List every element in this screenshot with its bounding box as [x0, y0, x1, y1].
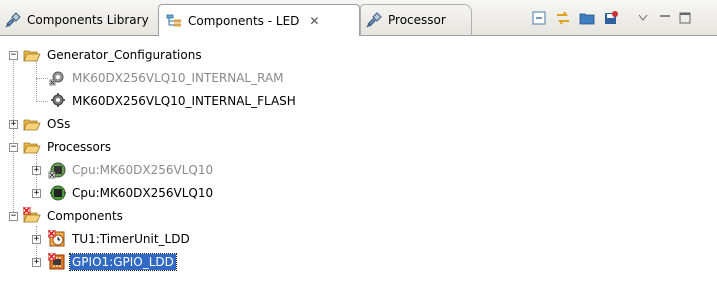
tree-node-label: TU1:TimerUnit_LDD	[72, 232, 190, 246]
open-folder-icon	[23, 50, 41, 62]
view-tab-bar: Components Library Components - LED ✕ Pr…	[0, 0, 717, 37]
tree-node-label: Cpu:MK60DX256VLQ10	[72, 163, 214, 177]
collapse-all-icon[interactable]	[530, 9, 548, 27]
collapse-toggle[interactable]: −	[9, 51, 18, 60]
gear-icon	[51, 93, 65, 107]
view-toolbar	[530, 8, 694, 28]
tab-label: Processor	[388, 13, 446, 27]
components-tree[interactable]: − Generator_Configurations MK60DX256VLQ1…	[0, 36, 717, 300]
close-icon[interactable]: ✕	[309, 15, 319, 27]
expand-toggle[interactable]: +	[32, 235, 41, 244]
tree-node-label: Cpu:MK60DX256VLQ10	[72, 186, 214, 200]
components-view-icon	[166, 14, 181, 27]
tab-processor[interactable]: Processor	[365, 4, 471, 36]
tree-node-label: MK60DX256VLQ10_INTERNAL_RAM	[72, 71, 284, 85]
gear-icon	[49, 71, 64, 86]
expand-toggle[interactable]: +	[32, 166, 41, 175]
tree-node-label: Generator_Configurations	[47, 48, 202, 62]
collapse-toggle[interactable]: −	[9, 212, 18, 221]
tree-node-label: GPIO1:GPIO_LDD	[69, 253, 177, 271]
tree-node-label: Processors	[47, 140, 112, 154]
expand-toggle[interactable]: +	[32, 258, 41, 267]
components-folder-icon	[23, 207, 41, 223]
gpio-component-icon	[48, 253, 65, 270]
tree-node-components[interactable]: − Components	[0, 205, 125, 227]
open-folder-icon	[23, 119, 41, 131]
tree-node-cpu-enabled[interactable]: + Cpu:MK60DX256VLQ10	[0, 182, 215, 204]
tab-components-led[interactable]: Components - LED ✕	[158, 4, 360, 37]
tab-label: Components Library	[27, 13, 149, 27]
tree-node-label: OSs	[47, 117, 71, 131]
tree-node-cpu-disabled[interactable]: + Cpu:MK60DX256VLQ10	[0, 159, 215, 181]
tree-node-generator-configurations[interactable]: − Generator_Configurations	[0, 44, 204, 66]
link-with-editor-icon[interactable]	[554, 9, 572, 27]
new-folder-icon[interactable]	[578, 9, 596, 27]
cpu-icon	[48, 162, 66, 179]
expand-toggle[interactable]: +	[9, 120, 18, 129]
timer-component-icon	[48, 230, 65, 247]
open-folder-icon	[23, 142, 41, 154]
tree-node-internal-ram[interactable]: MK60DX256VLQ10_INTERNAL_RAM	[0, 67, 286, 89]
tree-node-label: Components	[47, 209, 123, 223]
tree-node-tu1[interactable]: + TU1:TimerUnit_LDD	[0, 228, 192, 250]
tree-node-gpio1[interactable]: + GPIO1:GPIO_LDD	[0, 251, 177, 273]
cpu-icon	[50, 185, 66, 201]
maximize-icon[interactable]	[676, 9, 694, 27]
tree-node-internal-flash[interactable]: MK60DX256VLQ10_INTERNAL_FLASH	[0, 90, 298, 112]
tab-label: Components - LED	[188, 14, 300, 28]
expand-toggle[interactable]: +	[32, 189, 41, 198]
plug-icon	[5, 12, 21, 28]
tree-node-processors[interactable]: − Processors	[0, 136, 113, 158]
tree-node-oss[interactable]: + OSs	[0, 113, 72, 135]
view-menu-icon[interactable]	[634, 9, 652, 27]
collapse-toggle[interactable]: −	[9, 143, 18, 152]
minimize-icon[interactable]	[656, 9, 674, 27]
tree-node-label: MK60DX256VLQ10_INTERNAL_FLASH	[72, 94, 296, 108]
save-icon[interactable]	[602, 9, 620, 27]
plug-icon	[366, 12, 382, 28]
tab-components-library[interactable]: Components Library	[4, 4, 156, 36]
